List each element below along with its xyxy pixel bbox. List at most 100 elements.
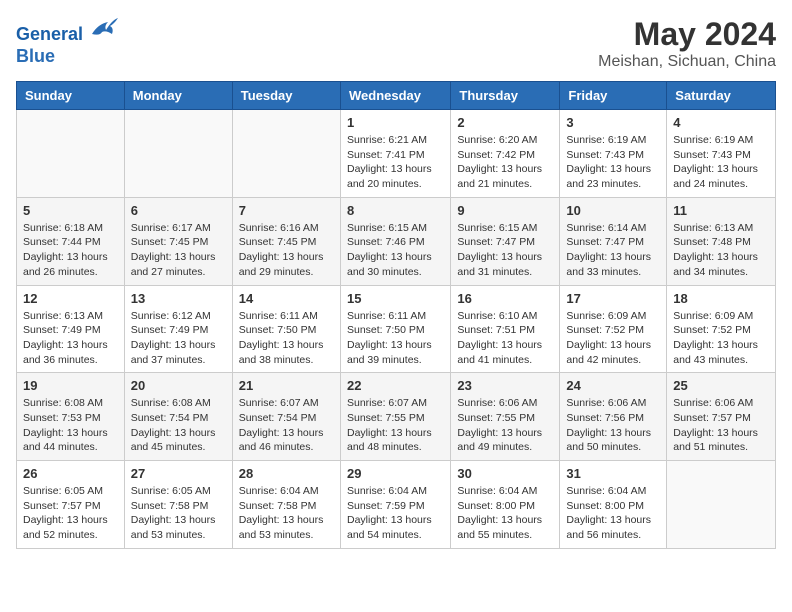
day-number: 16 (457, 291, 553, 306)
day-info: Sunrise: 6:06 AM Sunset: 7:57 PM Dayligh… (673, 396, 769, 455)
day-info: Sunrise: 6:14 AM Sunset: 7:47 PM Dayligh… (566, 221, 660, 280)
day-number: 9 (457, 203, 553, 218)
day-info: Sunrise: 6:13 AM Sunset: 7:49 PM Dayligh… (23, 309, 118, 368)
calendar-week-row: 26 Sunrise: 6:05 AM Sunset: 7:57 PM Dayli… (17, 461, 776, 549)
day-number: 21 (239, 378, 334, 393)
calendar-day-8: 8 Sunrise: 6:15 AM Sunset: 7:46 PM Daylig… (340, 197, 450, 285)
calendar-header-row: SundayMondayTuesdayWednesdayThursdayFrid… (17, 82, 776, 110)
calendar-day-4: 4Sunrise: 6:19 AM Sunset: 7:43 PM Daylig… (667, 110, 776, 198)
day-info: Sunrise: 6:19 AM Sunset: 7:43 PM Dayligh… (673, 133, 769, 192)
day-number: 7 (239, 203, 334, 218)
day-info: Sunrise: 6:10 AM Sunset: 7:51 PM Dayligh… (457, 309, 553, 368)
calendar-day-25: 25 Sunrise: 6:06 AM Sunset: 7:57 PM Dayli… (667, 373, 776, 461)
calendar-day-26: 26 Sunrise: 6:05 AM Sunset: 7:57 PM Dayli… (17, 461, 125, 549)
weekday-header-monday: Monday (124, 82, 232, 110)
day-info: Sunrise: 6:13 AM Sunset: 7:48 PM Dayligh… (673, 221, 769, 280)
day-number: 23 (457, 378, 553, 393)
calendar-empty-cell (124, 110, 232, 198)
calendar-day-19: 19 Sunrise: 6:08 AM Sunset: 7:53 PM Dayli… (17, 373, 125, 461)
day-info: Sunrise: 6:19 AM Sunset: 7:43 PM Dayligh… (566, 133, 660, 192)
day-info: Sunrise: 6:18 AM Sunset: 7:44 PM Dayligh… (23, 221, 118, 280)
page-title: May 2024 (598, 16, 776, 53)
day-info: Sunrise: 6:20 AM Sunset: 7:42 PM Dayligh… (457, 133, 553, 192)
calendar-day-28: 28 Sunrise: 6:04 AM Sunset: 7:58 PM Dayli… (232, 461, 340, 549)
logo: General Blue (16, 16, 120, 67)
day-info: Sunrise: 6:17 AM Sunset: 7:45 PM Dayligh… (131, 221, 226, 280)
day-info: Sunrise: 6:08 AM Sunset: 7:53 PM Dayligh… (23, 396, 118, 455)
day-number: 10 (566, 203, 660, 218)
day-number: 5 (23, 203, 118, 218)
calendar-empty-cell (232, 110, 340, 198)
day-info: Sunrise: 6:06 AM Sunset: 7:56 PM Dayligh… (566, 396, 660, 455)
calendar-day-18: 18 Sunrise: 6:09 AM Sunset: 7:52 PM Dayli… (667, 285, 776, 373)
day-number: 31 (566, 466, 660, 481)
calendar-day-13: 13Sunrise: 6:12 AM Sunset: 7:49 PM Dayli… (124, 285, 232, 373)
day-number: 19 (23, 378, 118, 393)
day-number: 6 (131, 203, 226, 218)
calendar-week-row: 1Sunrise: 6:21 AM Sunset: 7:41 PM Daylig… (17, 110, 776, 198)
day-number: 25 (673, 378, 769, 393)
calendar-day-6: 6 Sunrise: 6:17 AM Sunset: 7:45 PM Daylig… (124, 197, 232, 285)
day-info: Sunrise: 6:15 AM Sunset: 7:46 PM Dayligh… (347, 221, 444, 280)
calendar-week-row: 19 Sunrise: 6:08 AM Sunset: 7:53 PM Dayli… (17, 373, 776, 461)
day-number: 18 (673, 291, 769, 306)
day-number: 27 (131, 466, 226, 481)
day-number: 26 (23, 466, 118, 481)
calendar-day-31: 31 Sunrise: 6:04 AM Sunset: 8:00 PM Dayli… (560, 461, 667, 549)
day-number: 22 (347, 378, 444, 393)
day-info: Sunrise: 6:21 AM Sunset: 7:41 PM Dayligh… (347, 133, 444, 192)
day-info: Sunrise: 6:04 AM Sunset: 8:00 PM Dayligh… (566, 484, 660, 543)
day-number: 20 (131, 378, 226, 393)
calendar-day-3: 3 Sunrise: 6:19 AM Sunset: 7:43 PM Daylig… (560, 110, 667, 198)
calendar-day-7: 7 Sunrise: 6:16 AM Sunset: 7:45 PM Daylig… (232, 197, 340, 285)
calendar-day-29: 29Sunrise: 6:04 AM Sunset: 7:59 PM Dayli… (340, 461, 450, 549)
day-number: 8 (347, 203, 444, 218)
day-number: 3 (566, 115, 660, 130)
calendar-day-17: 17Sunrise: 6:09 AM Sunset: 7:52 PM Dayli… (560, 285, 667, 373)
logo-text: General Blue (16, 16, 120, 67)
weekday-header-saturday: Saturday (667, 82, 776, 110)
day-info: Sunrise: 6:04 AM Sunset: 7:58 PM Dayligh… (239, 484, 334, 543)
day-info: Sunrise: 6:07 AM Sunset: 7:54 PM Dayligh… (239, 396, 334, 455)
day-info: Sunrise: 6:09 AM Sunset: 7:52 PM Dayligh… (673, 309, 769, 368)
day-number: 24 (566, 378, 660, 393)
day-number: 17 (566, 291, 660, 306)
page-header: General Blue May 2024 Meishan, Sichuan, … (16, 16, 776, 71)
weekday-header-tuesday: Tuesday (232, 82, 340, 110)
calendar-day-2: 2 Sunrise: 6:20 AM Sunset: 7:42 PM Daylig… (451, 110, 560, 198)
day-info: Sunrise: 6:08 AM Sunset: 7:54 PM Dayligh… (131, 396, 226, 455)
calendar-day-24: 24 Sunrise: 6:06 AM Sunset: 7:56 PM Dayli… (560, 373, 667, 461)
day-info: Sunrise: 6:05 AM Sunset: 7:57 PM Dayligh… (23, 484, 118, 543)
day-info: Sunrise: 6:11 AM Sunset: 7:50 PM Dayligh… (239, 309, 334, 368)
calendar-table: SundayMondayTuesdayWednesdayThursdayFrid… (16, 81, 776, 549)
page-subtitle: Meishan, Sichuan, China (598, 53, 776, 71)
day-number: 28 (239, 466, 334, 481)
calendar-day-21: 21 Sunrise: 6:07 AM Sunset: 7:54 PM Dayli… (232, 373, 340, 461)
calendar-day-15: 15 Sunrise: 6:11 AM Sunset: 7:50 PM Dayli… (340, 285, 450, 373)
calendar-empty-cell (667, 461, 776, 549)
day-info: Sunrise: 6:16 AM Sunset: 7:45 PM Dayligh… (239, 221, 334, 280)
day-number: 14 (239, 291, 334, 306)
calendar-day-23: 23 Sunrise: 6:06 AM Sunset: 7:55 PM Dayli… (451, 373, 560, 461)
day-info: Sunrise: 6:04 AM Sunset: 7:59 PM Dayligh… (347, 484, 444, 543)
day-number: 30 (457, 466, 553, 481)
weekday-header-friday: Friday (560, 82, 667, 110)
day-info: Sunrise: 6:06 AM Sunset: 7:55 PM Dayligh… (457, 396, 553, 455)
day-info: Sunrise: 6:05 AM Sunset: 7:58 PM Dayligh… (131, 484, 226, 543)
calendar-day-9: 9 Sunrise: 6:15 AM Sunset: 7:47 PM Daylig… (451, 197, 560, 285)
day-info: Sunrise: 6:15 AM Sunset: 7:47 PM Dayligh… (457, 221, 553, 280)
calendar-day-27: 27 Sunrise: 6:05 AM Sunset: 7:58 PM Dayli… (124, 461, 232, 549)
day-number: 11 (673, 203, 769, 218)
calendar-day-10: 10 Sunrise: 6:14 AM Sunset: 7:47 PM Dayli… (560, 197, 667, 285)
day-info: Sunrise: 6:11 AM Sunset: 7:50 PM Dayligh… (347, 309, 444, 368)
day-info: Sunrise: 6:07 AM Sunset: 7:55 PM Dayligh… (347, 396, 444, 455)
title-block: May 2024 Meishan, Sichuan, China (598, 16, 776, 71)
day-number: 15 (347, 291, 444, 306)
day-number: 12 (23, 291, 118, 306)
calendar-day-1: 1Sunrise: 6:21 AM Sunset: 7:41 PM Daylig… (340, 110, 450, 198)
day-info: Sunrise: 6:04 AM Sunset: 8:00 PM Dayligh… (457, 484, 553, 543)
day-number: 2 (457, 115, 553, 130)
calendar-day-14: 14 Sunrise: 6:11 AM Sunset: 7:50 PM Dayli… (232, 285, 340, 373)
calendar-body: 1Sunrise: 6:21 AM Sunset: 7:41 PM Daylig… (17, 110, 776, 549)
calendar-day-22: 22 Sunrise: 6:07 AM Sunset: 7:55 PM Dayli… (340, 373, 450, 461)
